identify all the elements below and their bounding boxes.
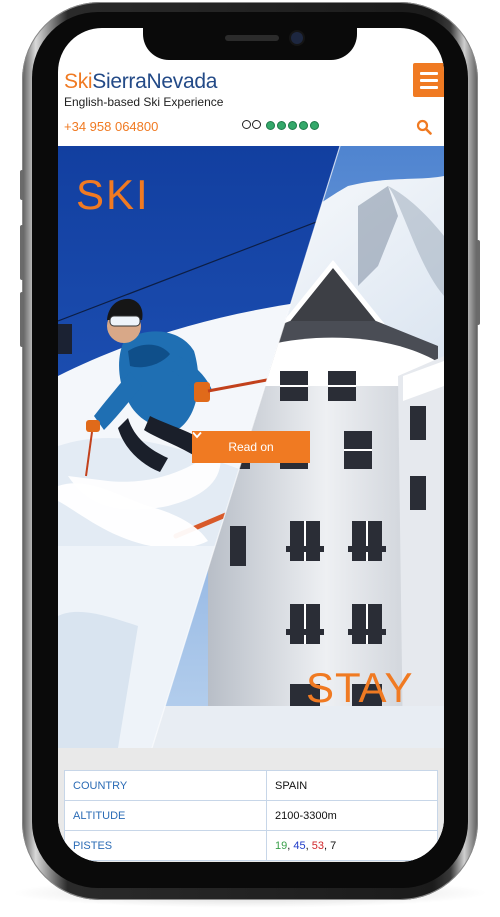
rating-dot <box>277 120 286 130</box>
pistes-label: PISTES <box>64 830 267 861</box>
phone-number-link[interactable]: +34 958 064800 <box>64 119 158 134</box>
tripadvisor-owl-icon <box>242 119 262 131</box>
black-pistes-count: 7 <box>330 839 337 852</box>
rating-dot <box>288 120 297 130</box>
table-row: PISTES 19, 45, 53, 7 <box>64 830 438 861</box>
phone-screen: SkiSierraNevada English-based Ski Experi… <box>58 28 444 862</box>
volume-down-button <box>20 292 24 347</box>
read-on-button[interactable]: Read on <box>192 431 310 463</box>
power-button <box>476 240 480 325</box>
country-value: SPAIN <box>266 770 438 801</box>
rating-dot <box>266 120 275 130</box>
tripadvisor-rating[interactable] <box>242 119 319 131</box>
rating-dot <box>310 120 319 130</box>
speaker-grille <box>225 35 279 41</box>
table-row: COUNTRY SPAIN <box>64 770 438 801</box>
site-tagline: English-based Ski Experience <box>64 95 224 109</box>
site-logo[interactable]: SkiSierraNevada <box>64 70 217 94</box>
front-camera <box>291 32 303 44</box>
logo-sierranevada-text: SierraNevada <box>92 70 218 93</box>
blue-pistes-count: 45 <box>293 839 306 852</box>
hero-stay-heading: STAY <box>306 664 414 711</box>
chevron-down-icon <box>192 431 202 439</box>
altitude-value: 2100-3300m <box>266 800 438 831</box>
red-pistes-count: 53 <box>311 839 324 852</box>
search-icon[interactable] <box>416 119 432 135</box>
country-label: COUNTRY <box>64 770 267 801</box>
mute-switch <box>20 170 24 200</box>
phone-notch <box>143 26 357 60</box>
green-pistes-count: 19 <box>275 839 288 852</box>
hero-ski-heading: SKI <box>76 171 150 218</box>
table-row: ALTITUDE 2100-3300m <box>64 800 438 831</box>
logo-ski-text: Ski <box>64 70 93 93</box>
menu-button[interactable] <box>413 63 444 97</box>
altitude-label: ALTITUDE <box>64 800 267 831</box>
resort-info-table: COUNTRY SPAIN ALTITUDE 2100-3300m PISTES… <box>64 770 438 861</box>
resort-info-section: COUNTRY SPAIN ALTITUDE 2100-3300m PISTES… <box>58 748 444 862</box>
read-on-label: Read on <box>228 440 274 454</box>
hero-banner: SKI STAY Read on <box>58 146 444 748</box>
rating-dot <box>299 120 308 130</box>
pistes-value: 19, 45, 53, 7 <box>266 830 438 861</box>
volume-up-button <box>20 225 24 280</box>
